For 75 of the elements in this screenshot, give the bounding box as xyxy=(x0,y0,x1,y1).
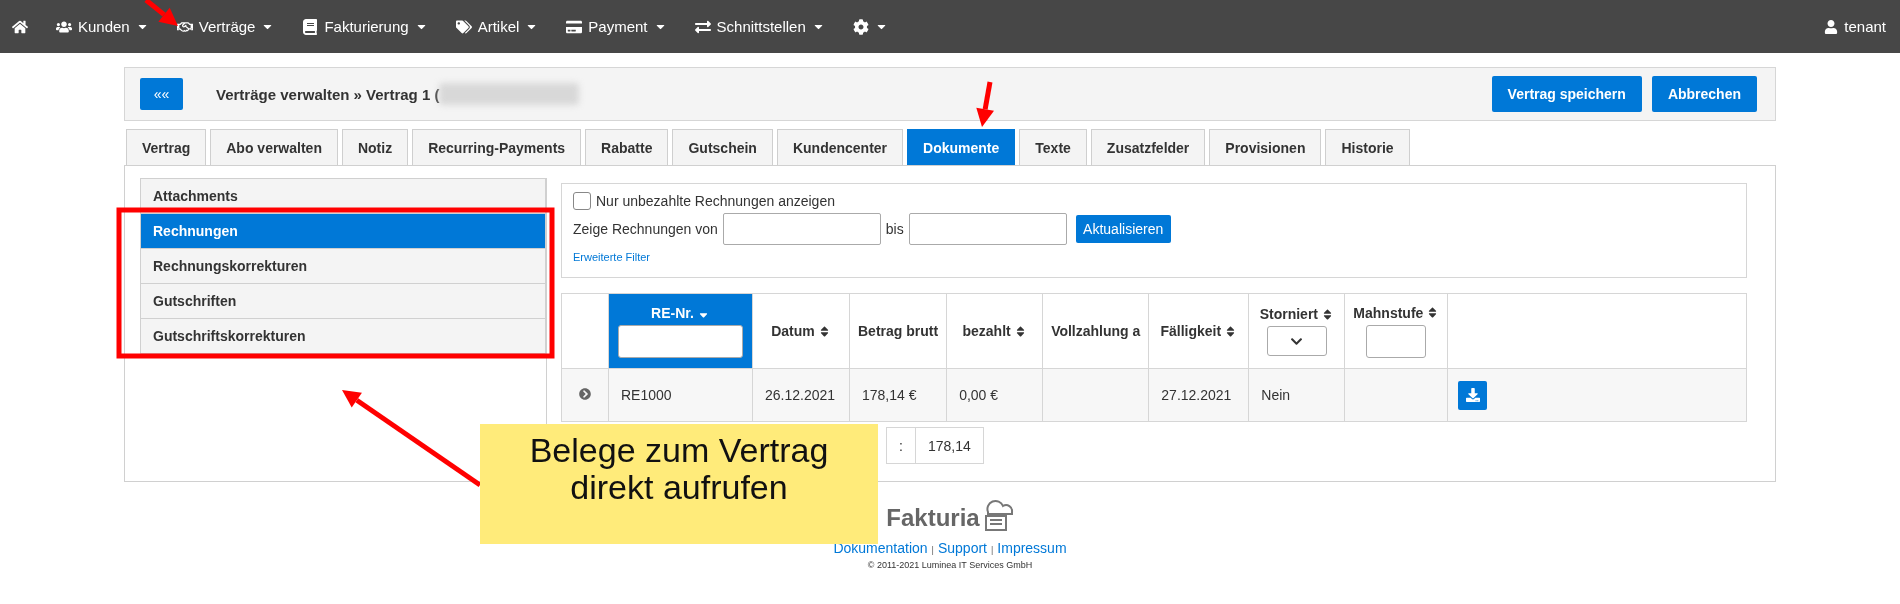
nav-menu[interactable]: Payment xyxy=(566,18,667,35)
date-from-field[interactable] xyxy=(722,213,881,245)
footer-link[interactable]: Impressum xyxy=(997,540,1067,556)
column-header[interactable]: Fälligkeit xyxy=(1148,293,1249,369)
credit-card-icon xyxy=(566,18,583,35)
annotation-arrow xyxy=(976,81,994,127)
sum-value: 178,14 xyxy=(914,427,984,464)
user-icon xyxy=(1824,19,1839,34)
nav-menu[interactable]: Fakturierung xyxy=(302,18,428,35)
cancel-button[interactable]: Abbrechen xyxy=(1651,76,1757,112)
tab[interactable]: Provisionen xyxy=(1209,129,1322,165)
settings-icon xyxy=(852,18,869,35)
nav-menu[interactable]: Verträge xyxy=(176,18,275,35)
sidebar-item[interactable]: Rechnungen xyxy=(140,213,546,249)
tab[interactable]: Dokumente xyxy=(907,129,1016,165)
tab[interactable]: Recurring-Payments xyxy=(412,129,582,165)
page-title: Verträge verwalten » Vertrag 1 ( xyxy=(216,85,440,103)
tab[interactable]: Historie xyxy=(1325,129,1410,165)
tab[interactable]: Texte xyxy=(1019,129,1087,165)
range-separator: bis xyxy=(885,221,904,237)
table-cell: 178,14 € xyxy=(849,368,947,422)
column-filter-field[interactable] xyxy=(1366,324,1427,358)
annotation-arrow xyxy=(144,0,178,26)
expand-icon[interactable] xyxy=(579,388,591,400)
save-button[interactable]: Vertrag speichern xyxy=(1491,76,1642,112)
table-cell: 26.12.2021 xyxy=(752,368,850,422)
home-link[interactable] xyxy=(12,18,28,35)
column-header[interactable]: RE-Nr. xyxy=(608,293,753,369)
nav-menu[interactable]: Schnittstellen xyxy=(694,18,825,35)
tab[interactable]: Notiz xyxy=(341,129,409,165)
date-to-field[interactable] xyxy=(908,213,1067,245)
sidebar-item[interactable]: Rechnungskorrekturen xyxy=(140,248,546,284)
tags-icon xyxy=(455,18,472,35)
tab[interactable]: Abo verwalten xyxy=(210,129,338,165)
nav-menu[interactable]: Kunden xyxy=(56,18,149,35)
tab[interactable]: Zusatzfelder xyxy=(1090,129,1206,165)
sort-icon[interactable] xyxy=(1321,307,1334,321)
table-cell: RE1000 xyxy=(608,368,753,422)
arrows-icon xyxy=(694,18,711,35)
link-separator: | xyxy=(931,545,934,555)
checkbox-label: Nur unbezahlte Rechnungen anzeigen xyxy=(596,193,835,209)
download-button[interactable] xyxy=(1458,380,1488,410)
column-header[interactable]: Mahnstufe xyxy=(1344,293,1448,369)
nav-menu[interactable] xyxy=(852,18,888,35)
link-separator: | xyxy=(991,545,994,555)
table-cell: 27.12.2021 xyxy=(1148,368,1249,422)
column-header[interactable]: Storniert xyxy=(1248,293,1345,369)
back-button[interactable]: «« xyxy=(140,78,183,110)
footer-link[interactable]: Support xyxy=(937,540,987,556)
column-header[interactable]: Vollzahlung a xyxy=(1042,293,1149,369)
tab[interactable]: Rabatte xyxy=(585,129,669,165)
range-label: Zeige Rechnungen von xyxy=(573,221,718,237)
column-header[interactable]: bezahlt xyxy=(946,293,1043,369)
refresh-button[interactable]: Aktualisieren xyxy=(1075,215,1171,243)
sum-label: : xyxy=(886,427,915,464)
table-cell: 0,00 € xyxy=(946,368,1043,422)
annotation-note: Belege zum Vertrag direkt aufrufen xyxy=(480,424,878,544)
tab[interactable]: Kundencenter xyxy=(776,129,904,165)
column-header[interactable]: Betrag brutt xyxy=(849,293,947,369)
sidebar-item[interactable]: Gutschriften xyxy=(140,283,546,319)
download-icon xyxy=(1465,388,1480,402)
book-icon xyxy=(302,18,319,35)
sidebar-item[interactable]: Gutschriftskorrekturen xyxy=(140,318,546,354)
column-header[interactable]: Datum xyxy=(752,293,850,369)
advanced-filter-link[interactable]: Erweiterte Filter xyxy=(573,251,651,263)
tab[interactable]: Gutschein xyxy=(672,129,773,165)
brand-name: Fakturia xyxy=(886,504,980,532)
column-filter-field[interactable] xyxy=(618,324,743,358)
checkbox[interactable] xyxy=(573,192,591,210)
nav-menu[interactable]: Artikel xyxy=(455,18,539,35)
tab[interactable]: Vertrag xyxy=(126,129,207,165)
user-menu[interactable]: tenant xyxy=(1824,18,1886,35)
home-icon xyxy=(12,18,28,35)
table-cell: Nein xyxy=(1248,368,1345,422)
copyright-text: © 2011-2021 Luminea IT Services GmbH xyxy=(867,560,1033,570)
